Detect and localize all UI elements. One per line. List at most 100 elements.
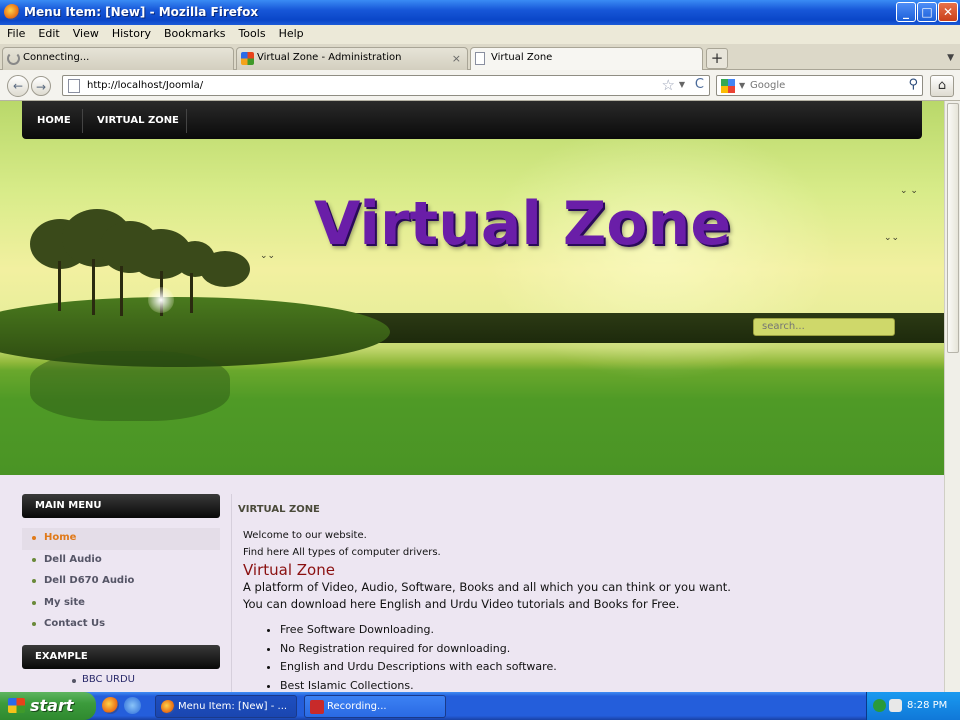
site-top-navigation: HOME VIRTUAL ZONE	[22, 101, 922, 139]
tree-trunk	[190, 273, 193, 313]
minimize-button[interactable]: _	[896, 2, 916, 22]
menu-history[interactable]: History	[105, 25, 157, 40]
taskbar-button-label: Menu Item: [New] - ...	[178, 701, 288, 712]
loading-icon	[7, 52, 20, 65]
nav-divider	[82, 109, 83, 133]
tree-reflection	[30, 351, 230, 421]
sun-glow	[148, 287, 174, 313]
main-menu-heading: MAIN MENU	[22, 494, 220, 518]
menu-view[interactable]: View	[66, 25, 105, 40]
site-banner: ⌄⌄ ⌄ ⌄ ⌄⌄ HOME VIRTUAL ZONE Virtual Zone	[0, 101, 944, 475]
site-title: Virtual Zone	[314, 189, 732, 259]
feature-list: Free Software Downloading. No Registrati…	[280, 621, 923, 692]
url-input[interactable]	[87, 78, 647, 93]
search-engine-dropdown-icon[interactable]: ▼	[739, 81, 745, 90]
main-content: VIRTUAL ZONE Welcome to our website. Fin…	[233, 494, 923, 692]
taskbar-button-label: Recording...	[327, 701, 387, 712]
nav-home-link[interactable]: HOME	[37, 115, 71, 126]
menu-bar: File Edit View History Bookmarks Tools Help	[0, 25, 960, 44]
site-search-box[interactable]	[753, 318, 895, 336]
url-bar[interactable]: ☆ ▼ C	[62, 75, 710, 96]
nav-virtual-zone-link[interactable]: VIRTUAL ZONE	[97, 115, 179, 126]
reload-icon[interactable]: C	[695, 77, 704, 92]
vertical-scrollbar[interactable]	[944, 101, 960, 692]
volume-icon[interactable]	[889, 699, 902, 712]
description-line-1: A platform of Video, Audio, Software, Bo…	[243, 580, 731, 594]
nav-divider	[186, 109, 187, 133]
list-item: Free Software Downloading.	[280, 621, 923, 640]
new-tab-button[interactable]: +	[706, 48, 728, 69]
ie-quicklaunch-icon[interactable]	[124, 697, 141, 714]
tree-shape	[200, 251, 250, 287]
window-title-bar[interactable]: Menu Item: [New] - Mozilla Firefox _ □ ✕	[0, 0, 960, 25]
tab-bar: Connecting... Virtual Zone - Administrat…	[0, 44, 960, 71]
welcome-text: Welcome to our website.	[243, 530, 367, 541]
firefox-icon	[161, 700, 175, 714]
bookmark-star-icon[interactable]: ☆	[662, 76, 675, 94]
windows-taskbar: start Menu Item: [New] - ... Recording..…	[0, 692, 960, 720]
column-divider	[231, 494, 232, 692]
tab-administration[interactable]: Virtual Zone - Administration ×	[236, 47, 468, 70]
google-icon[interactable]	[721, 79, 735, 93]
maximize-button[interactable]: □	[917, 2, 937, 22]
tab-connecting[interactable]: Connecting...	[2, 47, 234, 70]
system-tray: 8:28 PM	[866, 692, 960, 720]
tab-label: Connecting...	[23, 52, 90, 63]
navigation-toolbar: ← → ☆ ▼ C ▼ ⚲ ⌂	[0, 70, 960, 101]
search-bar[interactable]: ▼ ⚲	[716, 75, 923, 96]
site-search-input[interactable]	[762, 321, 892, 332]
tab-label: Virtual Zone - Administration	[257, 52, 402, 63]
back-button[interactable]: ←	[7, 75, 29, 97]
start-label: start	[30, 696, 74, 715]
menu-tools[interactable]: Tools	[231, 25, 271, 40]
page-icon	[475, 52, 485, 65]
start-button[interactable]: start	[0, 692, 96, 720]
history-dropdown-icon[interactable]: ▼	[679, 80, 685, 89]
clock: 8:28 PM	[907, 700, 948, 711]
tree-trunk	[92, 259, 95, 315]
firefox-icon	[4, 4, 20, 20]
screen: Menu Item: [New] - Mozilla Firefox _ □ ✕…	[0, 0, 960, 720]
sidebar-item-dell-d670-audio[interactable]: Dell D670 Audio	[22, 571, 220, 593]
joomla-icon	[241, 52, 254, 65]
close-window-button[interactable]: ✕	[938, 2, 958, 22]
list-item: Best Islamic Collections.	[280, 677, 923, 693]
home-button[interactable]: ⌂	[930, 75, 954, 97]
network-icon[interactable]	[873, 699, 886, 712]
menu-help[interactable]: Help	[272, 25, 310, 40]
article-subtitle: Virtual Zone	[243, 561, 335, 579]
forward-button[interactable]: →	[31, 76, 51, 96]
tab-virtual-zone[interactable]: Virtual Zone	[470, 47, 703, 71]
bird-icon: ⌄⌄	[884, 233, 900, 243]
sidebar-item-dell-audio[interactable]: Dell Audio	[22, 550, 220, 572]
drivers-text: Find here All types of computer drivers.	[243, 547, 441, 558]
sidebar-item-my-site[interactable]: My site	[22, 593, 220, 615]
tab-label: Virtual Zone	[491, 52, 553, 63]
list-item: No Registration required for downloading…	[280, 640, 923, 659]
window-title: Menu Item: [New] - Mozilla Firefox	[24, 5, 259, 19]
left-sidebar: MAIN MENU Home Dell Audio Dell D670 Audi…	[22, 494, 220, 685]
page-icon	[68, 79, 80, 93]
scrollbar-thumb[interactable]	[947, 103, 959, 353]
search-input[interactable]	[750, 78, 900, 93]
close-tab-icon[interactable]: ×	[452, 52, 461, 65]
taskbar-button-recording[interactable]: Recording...	[304, 695, 446, 718]
taskbar-button-firefox[interactable]: Menu Item: [New] - ...	[155, 695, 297, 718]
article-heading: VIRTUAL ZONE	[238, 504, 320, 515]
sidebar-item-contact-us[interactable]: Contact Us	[22, 614, 220, 636]
menu-edit[interactable]: Edit	[31, 25, 65, 40]
search-icon[interactable]: ⚲	[908, 77, 918, 92]
tree-trunk	[120, 266, 123, 316]
tab-list-icon[interactable]: ▼	[947, 53, 954, 63]
menu-file[interactable]: File	[0, 25, 31, 40]
windows-logo-icon	[8, 698, 25, 713]
recorder-icon	[310, 700, 324, 714]
list-item: English and Urdu Descriptions with each …	[280, 658, 923, 677]
example-heading: EXAMPLE	[22, 644, 220, 669]
description-line-2: You can download here English and Urdu V…	[243, 597, 680, 611]
example-item-bbc-urdu[interactable]: BBC URDU	[22, 669, 220, 685]
firefox-quicklaunch-icon[interactable]	[102, 697, 119, 714]
sidebar-item-home[interactable]: Home	[22, 528, 220, 550]
page-viewport: ⌄⌄ ⌄ ⌄ ⌄⌄ HOME VIRTUAL ZONE Virtual Zone…	[0, 101, 944, 692]
menu-bookmarks[interactable]: Bookmarks	[157, 25, 231, 40]
